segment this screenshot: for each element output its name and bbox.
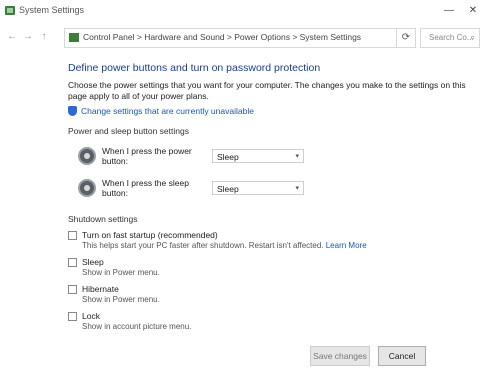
- back-button[interactable]: ←: [6, 30, 18, 44]
- control-panel-icon: [5, 6, 15, 15]
- setting-label: When I press the power button:: [102, 146, 192, 166]
- cancel-button[interactable]: Cancel: [378, 346, 426, 366]
- control-panel-icon: [69, 33, 79, 42]
- fast-startup-option: Turn on fast startup (recommended) This …: [68, 230, 468, 251]
- search-placeholder: Search Co...: [429, 33, 474, 42]
- power-button-setting: When I press the power button: Sleep ▾: [78, 144, 468, 168]
- address-bar: ← → ↑ Control Panel > Hardware and Sound…: [0, 24, 486, 50]
- hibernate-checkbox[interactable]: [68, 285, 77, 294]
- section-label: Power and sleep button settings: [68, 126, 189, 136]
- footer-buttons: Save changes Cancel: [310, 346, 426, 366]
- close-button[interactable]: ✕: [462, 3, 484, 19]
- address-path: Control Panel > Hardware and Sound > Pow…: [83, 32, 362, 42]
- chevron-down-icon: ▾: [295, 153, 299, 160]
- sleep-button-setting: When I press the sleep button: Sleep ▾: [78, 176, 468, 200]
- change-settings-label[interactable]: Change settings that are currently unava…: [81, 106, 254, 116]
- page-title: Define power buttons and turn on passwor…: [68, 62, 321, 74]
- page-description: Choose the power settings that you want …: [68, 80, 466, 101]
- sleep-option: Sleep Show in Power menu.: [68, 257, 468, 278]
- title-bar: System Settings — ✕: [0, 0, 486, 22]
- save-changes-button[interactable]: Save changes: [310, 346, 370, 366]
- minimize-button[interactable]: —: [438, 3, 460, 19]
- learn-more-link[interactable]: Learn More: [326, 241, 367, 250]
- shield-icon: [68, 106, 77, 116]
- window-title: System Settings: [19, 5, 85, 15]
- power-button-icon: [78, 147, 96, 165]
- lock-option: Lock Show in account picture menu.: [68, 311, 468, 332]
- checkbox-description: Show in account picture menu.: [82, 321, 192, 331]
- checkbox-description: Show in Power menu.: [82, 267, 160, 277]
- power-button-select[interactable]: Sleep ▾: [212, 149, 304, 163]
- hibernate-option: Hibernate Show in Power menu.: [68, 284, 468, 305]
- refresh-button[interactable]: ⟳: [396, 28, 416, 48]
- checkbox-label: Lock: [82, 311, 100, 321]
- checkbox-description: Show in Power menu.: [82, 294, 160, 304]
- select-value: Sleep: [217, 152, 239, 162]
- fast-startup-checkbox[interactable]: [68, 231, 77, 240]
- checkbox-label: Sleep: [82, 257, 104, 267]
- address-field[interactable]: Control Panel > Hardware and Sound > Pow…: [64, 28, 406, 48]
- setting-label: When I press the sleep button:: [102, 178, 189, 198]
- sleep-button-select[interactable]: Sleep ▾: [212, 181, 304, 195]
- shutdown-settings-title: Shutdown settings: [68, 214, 138, 224]
- up-button[interactable]: ↑: [38, 30, 50, 44]
- checkbox-label: Hibernate: [82, 284, 119, 294]
- checkbox-label: Turn on fast startup (recommended): [82, 230, 218, 240]
- forward-button[interactable]: →: [22, 30, 34, 44]
- sleep-checkbox[interactable]: [68, 258, 77, 267]
- chevron-down-icon: ▾: [295, 185, 299, 192]
- main-content: Define power buttons and turn on passwor…: [68, 62, 468, 338]
- lock-checkbox[interactable]: [68, 312, 77, 321]
- change-settings-link[interactable]: Change settings that are currently unava…: [68, 106, 468, 116]
- select-value: Sleep: [217, 184, 239, 194]
- search-icon: ⌕: [469, 32, 475, 42]
- sleep-button-icon: [78, 179, 96, 197]
- checkbox-description: This helps start your PC faster after sh…: [82, 240, 324, 250]
- search-input[interactable]: Search Co... ⌕: [420, 28, 480, 48]
